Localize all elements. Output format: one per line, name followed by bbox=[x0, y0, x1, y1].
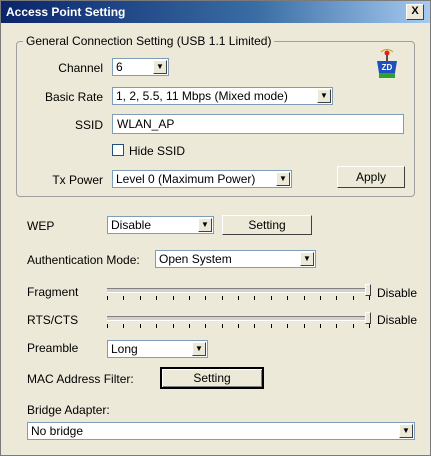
rts-cts-slider-thumb[interactable] bbox=[365, 312, 371, 324]
tx-power-select[interactable]: Level 0 (Maximum Power) ▼ bbox=[112, 170, 292, 188]
slider-tick bbox=[369, 324, 370, 328]
slider-tick bbox=[254, 296, 255, 300]
wep-select[interactable]: Disable ▼ bbox=[107, 216, 214, 234]
channel-label: Channel bbox=[58, 61, 103, 75]
slider-tick bbox=[353, 296, 354, 300]
general-connection-legend: General Connection Setting (USB 1.1 Limi… bbox=[23, 34, 275, 48]
slider-tick bbox=[336, 296, 337, 300]
hide-ssid-label[interactable]: Hide SSID bbox=[129, 144, 185, 158]
channel-select[interactable]: 6 ▼ bbox=[112, 58, 169, 76]
fragment-slider-thumb[interactable] bbox=[365, 284, 371, 296]
chevron-down-icon[interactable]: ▼ bbox=[192, 342, 206, 356]
hide-ssid-checkbox[interactable] bbox=[112, 144, 124, 156]
bridge-adapter-label: Bridge Adapter: bbox=[27, 403, 110, 417]
chevron-down-icon[interactable]: ▼ bbox=[276, 172, 290, 186]
rts-cts-value: Disable bbox=[377, 313, 418, 327]
ssid-label: SSID bbox=[74, 118, 103, 132]
bridge-adapter-value: No bridge bbox=[31, 424, 84, 438]
bridge-adapter-select[interactable]: No bridge ▼ bbox=[27, 422, 415, 440]
preamble-label: Preamble bbox=[27, 341, 79, 355]
authentication-mode-select[interactable]: Open System ▼ bbox=[155, 250, 316, 268]
ssid-field[interactable]: WLAN_AP bbox=[112, 114, 404, 134]
slider-tick bbox=[304, 296, 305, 300]
basic-rate-label: Basic Rate bbox=[44, 90, 103, 104]
mac-filter-setting-button[interactable]: Setting bbox=[160, 367, 264, 389]
basic-rate-select[interactable]: 1, 2, 5.5, 11 Mbps (Mixed mode) ▼ bbox=[112, 87, 333, 105]
chevron-down-icon[interactable]: ▼ bbox=[317, 89, 331, 103]
slider-tick bbox=[336, 324, 337, 328]
slider-tick bbox=[123, 324, 124, 328]
close-button[interactable]: X bbox=[406, 4, 424, 20]
rts-cts-slider-track[interactable] bbox=[107, 316, 370, 321]
slider-tick bbox=[254, 324, 255, 328]
slider-tick bbox=[238, 296, 239, 300]
channel-value: 6 bbox=[116, 60, 123, 74]
title-bar[interactable]: Access Point Setting X bbox=[1, 1, 430, 23]
slider-tick bbox=[271, 296, 272, 300]
basic-rate-value: 1, 2, 5.5, 11 Mbps (Mixed mode) bbox=[116, 89, 288, 103]
slider-tick bbox=[369, 296, 370, 300]
slider-tick bbox=[304, 324, 305, 328]
chevron-down-icon[interactable]: ▼ bbox=[198, 218, 212, 232]
tx-power-value: Level 0 (Maximum Power) bbox=[116, 172, 256, 186]
slider-tick bbox=[123, 296, 124, 300]
apply-button[interactable]: Apply bbox=[337, 166, 405, 188]
rts-cts-label: RTS/CTS bbox=[27, 313, 79, 327]
fragment-slider-ticks bbox=[107, 296, 370, 300]
slider-tick bbox=[107, 324, 108, 328]
fragment-slider-track[interactable] bbox=[107, 288, 370, 293]
slider-tick bbox=[320, 296, 321, 300]
preamble-select[interactable]: Long ▼ bbox=[107, 340, 208, 358]
svg-text:ZD: ZD bbox=[382, 63, 393, 72]
fragment-label: Fragment bbox=[27, 285, 79, 299]
slider-tick bbox=[353, 324, 354, 328]
slider-tick bbox=[222, 324, 223, 328]
slider-tick bbox=[287, 296, 288, 300]
slider-tick bbox=[287, 324, 288, 328]
access-point-setting-dialog: Access Point Setting X General Connectio… bbox=[0, 0, 431, 456]
window-title: Access Point Setting bbox=[6, 5, 126, 19]
authentication-mode-value: Open System bbox=[159, 252, 232, 266]
slider-tick bbox=[271, 324, 272, 328]
slider-tick bbox=[140, 324, 141, 328]
slider-tick bbox=[189, 324, 190, 328]
slider-tick bbox=[173, 296, 174, 300]
tx-power-label: Tx Power bbox=[52, 173, 103, 187]
slider-tick bbox=[205, 324, 206, 328]
slider-tick bbox=[205, 296, 206, 300]
zd-wireless-logo-icon: ZD bbox=[377, 49, 397, 78]
slider-tick bbox=[238, 324, 239, 328]
wep-value: Disable bbox=[111, 218, 152, 232]
slider-tick bbox=[189, 296, 190, 300]
slider-tick bbox=[173, 324, 174, 328]
slider-tick bbox=[156, 296, 157, 300]
rts-cts-slider-ticks bbox=[107, 324, 370, 328]
slider-tick bbox=[320, 324, 321, 328]
slider-tick bbox=[222, 296, 223, 300]
authentication-mode-label: Authentication Mode: bbox=[27, 253, 140, 267]
wep-label: WEP bbox=[27, 219, 55, 233]
chevron-down-icon[interactable]: ▼ bbox=[399, 424, 413, 438]
slider-tick bbox=[140, 296, 141, 300]
fragment-value: Disable bbox=[377, 286, 418, 300]
chevron-down-icon[interactable]: ▼ bbox=[153, 60, 167, 74]
slider-tick bbox=[156, 324, 157, 328]
preamble-value: Long bbox=[111, 342, 138, 356]
wep-setting-button[interactable]: Setting bbox=[222, 215, 312, 235]
slider-tick bbox=[107, 296, 108, 300]
mac-address-filter-label: MAC Address Filter: bbox=[27, 372, 134, 386]
chevron-down-icon[interactable]: ▼ bbox=[300, 252, 314, 266]
